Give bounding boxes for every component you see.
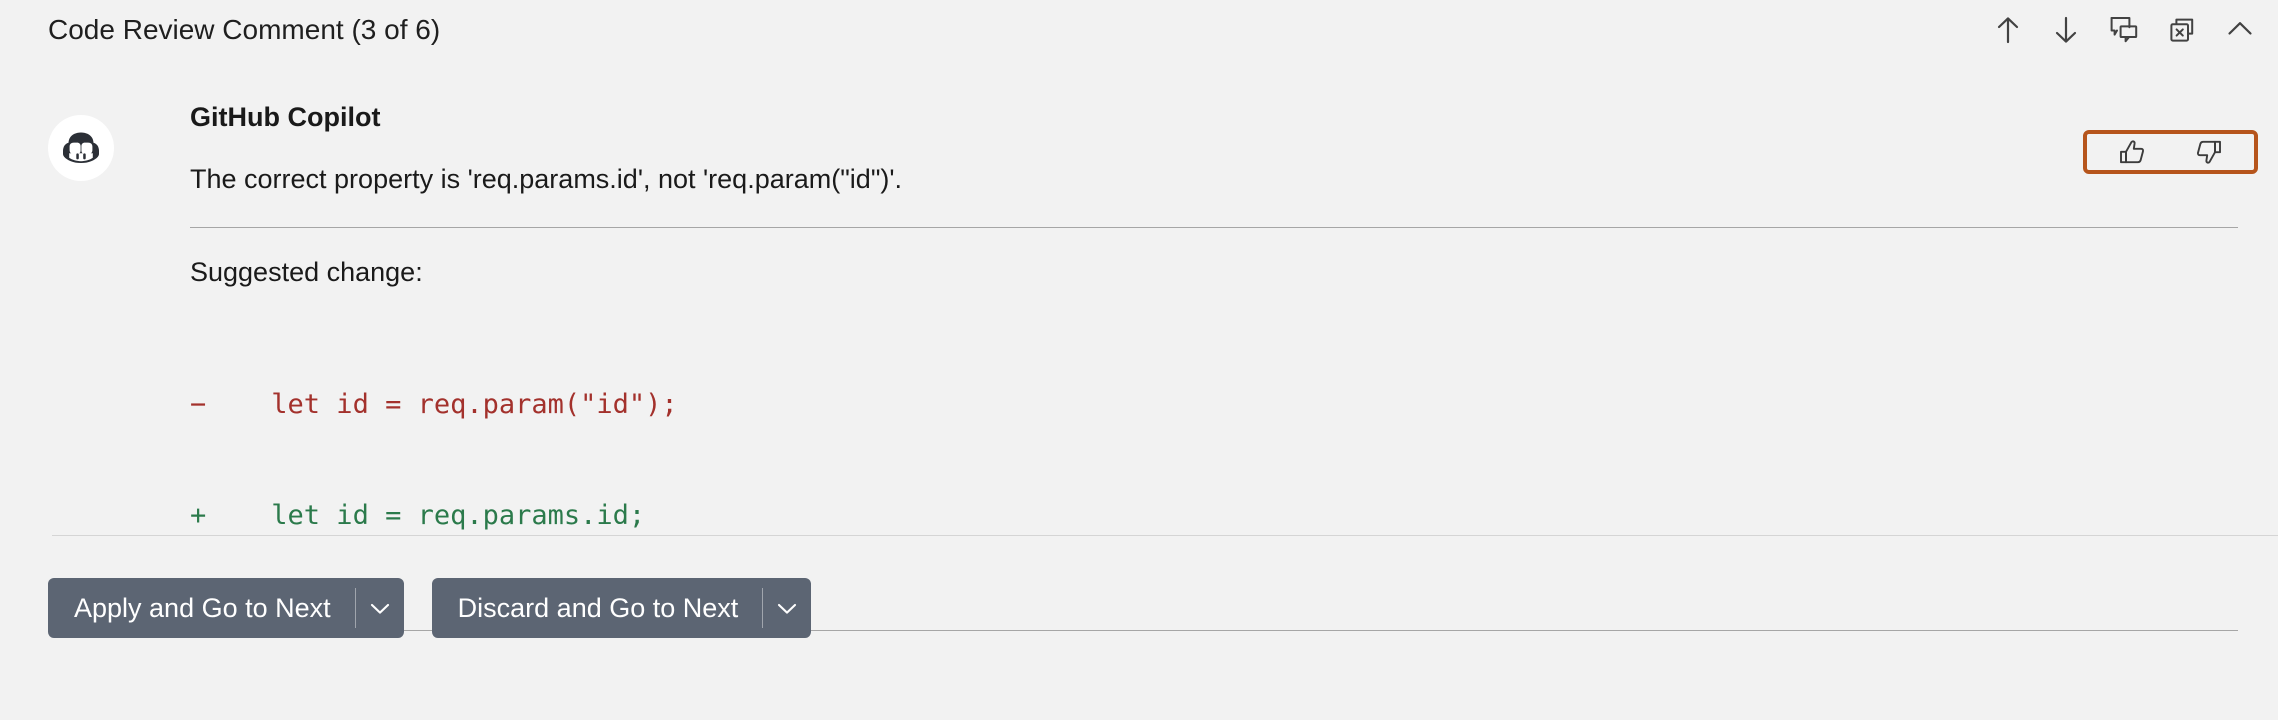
header-action-bar <box>1984 0 2264 60</box>
diff-marker-removed: − <box>190 389 207 420</box>
apply-and-go-to-next-button[interactable]: Apply and Go to Next <box>48 578 404 638</box>
arrow-down-icon <box>2052 15 2080 45</box>
diff-code-added: let id = req.params.id; <box>206 500 646 531</box>
apply-dropdown-toggle[interactable] <box>356 578 404 638</box>
discard-dropdown-toggle[interactable] <box>763 578 811 638</box>
thumbs-up-icon <box>2117 138 2147 166</box>
discard-and-go-to-next-label[interactable]: Discard and Go to Next <box>432 578 763 638</box>
github-copilot-avatar-icon <box>57 124 105 172</box>
suggested-change-diff: − let id = req.param("id"); + let id = r… <box>190 312 2238 608</box>
code-review-comment-panel: Code Review Comment (3 of 6) GitHub Copi… <box>0 0 2278 720</box>
avatar-column <box>48 115 142 181</box>
view-comments-button[interactable] <box>2100 6 2148 54</box>
suggested-change-label: Suggested change: <box>190 257 423 287</box>
chevron-up-icon <box>2225 15 2255 45</box>
thumbs-down-button[interactable] <box>2181 134 2237 170</box>
collapse-button[interactable] <box>2216 6 2264 54</box>
previous-comment-button[interactable] <box>1984 6 2032 54</box>
diff-code-removed: let id = req.param("id"); <box>206 389 678 420</box>
divider-above-actions <box>52 535 2278 536</box>
comment-content: GitHub Copilot The correct property is '… <box>190 60 2238 631</box>
diff-line-removed: − let id = req.param("id"); <box>190 386 2238 423</box>
chevron-down-icon <box>774 595 800 621</box>
arrow-up-icon <box>1994 15 2022 45</box>
comment-author: GitHub Copilot <box>190 102 381 132</box>
page-title: Code Review Comment (3 of 6) <box>48 14 441 45</box>
apply-and-go-to-next-label[interactable]: Apply and Go to Next <box>48 578 355 638</box>
diff-line-added: + let id = req.params.id; <box>190 497 2238 534</box>
action-buttons-row: Apply and Go to Next Discard and Go to N… <box>48 578 812 638</box>
next-comment-button[interactable] <box>2042 6 2090 54</box>
chevron-down-icon <box>367 595 393 621</box>
avatar <box>48 115 114 181</box>
discard-and-go-to-next-button[interactable]: Discard and Go to Next <box>431 578 812 638</box>
thumbs-up-button[interactable] <box>2104 134 2160 170</box>
thumbs-down-icon <box>2194 138 2224 166</box>
discard-all-button[interactable] <box>2158 6 2206 54</box>
comment-text: The correct property is 'req.params.id',… <box>190 164 903 194</box>
diff-marker-added: + <box>190 500 207 531</box>
comments-icon <box>2109 15 2139 45</box>
feedback-controls-highlight <box>2083 130 2258 174</box>
close-all-icon <box>2167 15 2197 45</box>
divider-above-suggestion <box>190 227 2238 228</box>
panel-header: Code Review Comment (3 of 6) <box>0 0 2278 60</box>
